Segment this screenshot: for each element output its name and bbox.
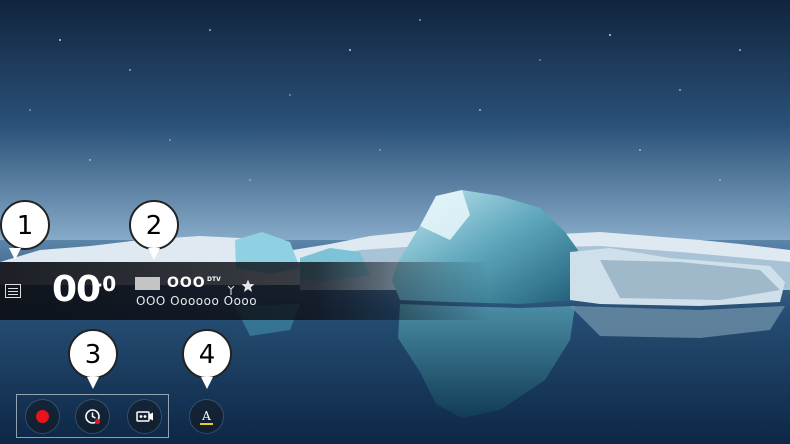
callout-3: 3	[68, 329, 118, 379]
antenna-icon	[226, 280, 236, 295]
svg-text:A: A	[201, 409, 211, 423]
callout-2: 2	[129, 200, 179, 250]
channel-sub-number: -0	[94, 272, 117, 296]
callout-4-pointer	[201, 377, 213, 389]
dtv-label: DTV	[207, 276, 221, 283]
timer-record-icon	[85, 409, 101, 425]
record-button[interactable]	[26, 400, 59, 433]
callout-1: 1	[0, 200, 50, 250]
audio-description-icon: A	[200, 409, 213, 425]
channel-name: OOO	[167, 275, 206, 291]
channel-logo	[135, 277, 160, 290]
recordings-button[interactable]	[128, 400, 161, 433]
channel-number: 00	[52, 269, 101, 310]
recordings-icon	[136, 411, 153, 422]
list-icon[interactable]	[5, 283, 21, 298]
channel-info-bar	[0, 262, 790, 320]
callout-3-pointer	[87, 377, 99, 389]
audio-description-button[interactable]: A	[190, 400, 223, 433]
program-title: OOO Oooooo Oooo	[136, 294, 258, 308]
callout-2-pointer	[148, 248, 160, 260]
record-icon	[36, 410, 49, 423]
timer-record-button[interactable]	[76, 400, 109, 433]
background-landscape	[0, 0, 790, 444]
callout-1-pointer	[9, 248, 21, 260]
callout-4: 4	[182, 329, 232, 379]
star-icon	[241, 278, 255, 292]
